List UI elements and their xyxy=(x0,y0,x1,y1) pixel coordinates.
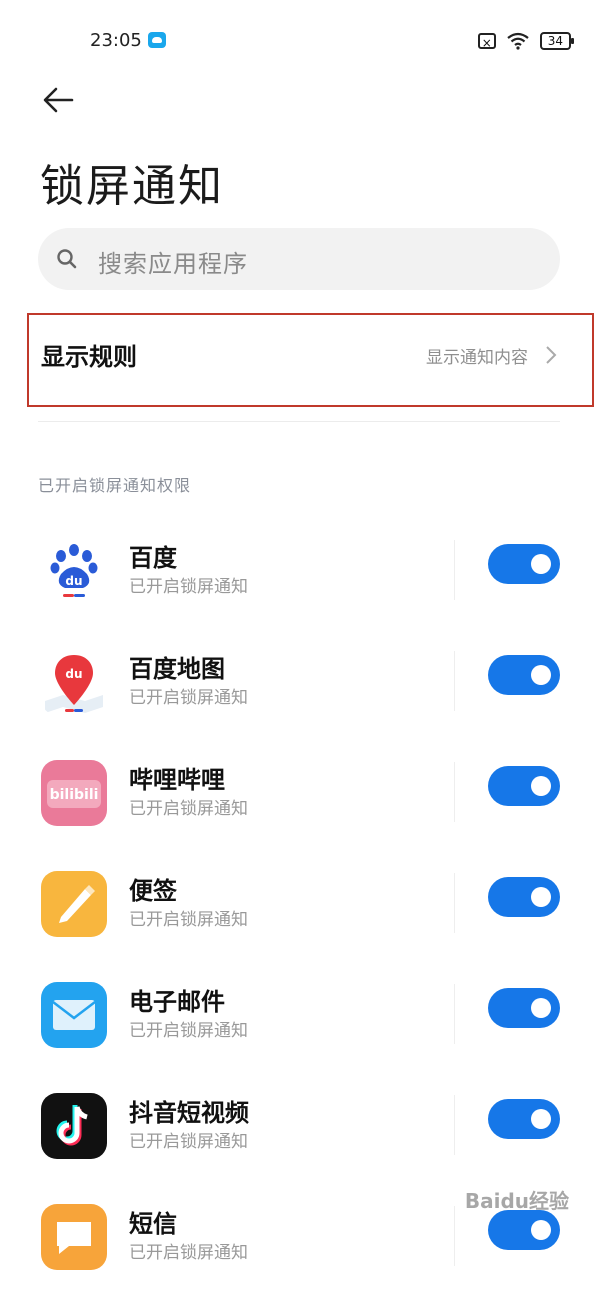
back-button[interactable] xyxy=(38,82,78,118)
toggle-switch[interactable] xyxy=(488,544,560,584)
row-divider xyxy=(454,651,455,711)
toggle-knob xyxy=(531,665,551,685)
app-status: 已开启锁屏通知 xyxy=(129,1132,248,1152)
toggle-switch[interactable] xyxy=(488,877,560,917)
row-divider xyxy=(454,873,455,933)
row-divider xyxy=(454,1095,455,1155)
list-item-douyin[interactable]: 抖音短视频 已开启锁屏通知 xyxy=(0,1075,599,1186)
status-time: 23:05 xyxy=(90,30,142,51)
toggle-switch[interactable] xyxy=(488,1099,560,1139)
app-status: 已开启锁屏通知 xyxy=(129,910,248,930)
app-name: 电子邮件 xyxy=(129,988,225,1016)
page-title: 锁屏通知 xyxy=(40,161,224,212)
sms-icon xyxy=(41,1204,107,1270)
app-name: 短信 xyxy=(129,1210,177,1238)
app-name: 百度 xyxy=(129,544,177,572)
toggle-switch[interactable] xyxy=(488,655,560,695)
cloud-icon xyxy=(148,32,166,48)
divider xyxy=(38,421,560,422)
search-icon xyxy=(57,249,77,269)
display-rule-title: 显示规则 xyxy=(41,343,137,371)
row-divider xyxy=(454,762,455,822)
section-header: 已开启锁屏通知权限 xyxy=(38,476,192,495)
baidu-map-icon: du xyxy=(41,649,107,715)
app-status: 已开启锁屏通知 xyxy=(129,1243,248,1263)
list-item-notes[interactable]: 便签 已开启锁屏通知 xyxy=(0,853,599,964)
app-status: 已开启锁屏通知 xyxy=(129,577,248,597)
baidu-logo-text: du xyxy=(65,574,82,588)
toggle-knob xyxy=(531,776,551,796)
app-name: 便签 xyxy=(129,877,177,905)
wifi-icon xyxy=(507,32,529,50)
toggle-knob xyxy=(531,1220,551,1240)
battery-indicator: 34 xyxy=(539,32,575,50)
list-item-baidu-map[interactable]: du 百度地图 已开启锁屏通知 xyxy=(0,631,599,742)
search-placeholder: 搜索应用程序 xyxy=(98,250,248,278)
status-icons: × 34 xyxy=(477,32,575,50)
baidu-map-logo-text: du xyxy=(65,667,82,681)
app-status: 已开启锁屏通知 xyxy=(129,1021,248,1041)
notes-icon xyxy=(41,871,107,937)
row-divider xyxy=(454,1206,455,1266)
toggle-knob xyxy=(531,554,551,574)
douyin-icon xyxy=(41,1093,107,1159)
bilibili-logo-text: bilibili xyxy=(50,787,99,803)
app-name: 抖音短视频 xyxy=(129,1099,249,1127)
toggle-switch[interactable] xyxy=(488,766,560,806)
display-rule-row[interactable]: 显示规则 显示通知内容 xyxy=(27,313,594,407)
status-bar: 23:05 × 34 xyxy=(0,0,599,84)
toggle-switch[interactable] xyxy=(488,1210,560,1250)
chevron-right-icon xyxy=(546,346,557,364)
app-status: 已开启锁屏通知 xyxy=(129,688,248,708)
row-divider xyxy=(454,984,455,1044)
app-status: 已开启锁屏通知 xyxy=(129,799,248,819)
watermark: Baidu经验 xyxy=(464,1189,569,1213)
display-rule-value: 显示通知内容 xyxy=(426,348,528,368)
app-name: 哔哩哔哩 xyxy=(129,766,225,794)
no-sim-icon: × xyxy=(477,33,496,50)
toggle-knob xyxy=(531,1109,551,1129)
search-input[interactable]: 搜索应用程序 xyxy=(38,228,560,290)
list-item-bilibili[interactable]: bilibili 哔哩哔哩 已开启锁屏通知 xyxy=(0,742,599,853)
list-item-mail[interactable]: 电子邮件 已开启锁屏通知 xyxy=(0,964,599,1075)
toggle-knob xyxy=(531,998,551,1018)
app-name: 百度地图 xyxy=(129,655,225,683)
baidu-icon: du xyxy=(41,538,107,604)
toggle-switch[interactable] xyxy=(488,988,560,1028)
bilibili-icon: bilibili xyxy=(41,760,107,826)
mail-icon xyxy=(41,982,107,1048)
toggle-knob xyxy=(531,887,551,907)
list-item-baidu[interactable]: du 百度 已开启锁屏通知 xyxy=(0,520,599,631)
row-divider xyxy=(454,540,455,600)
